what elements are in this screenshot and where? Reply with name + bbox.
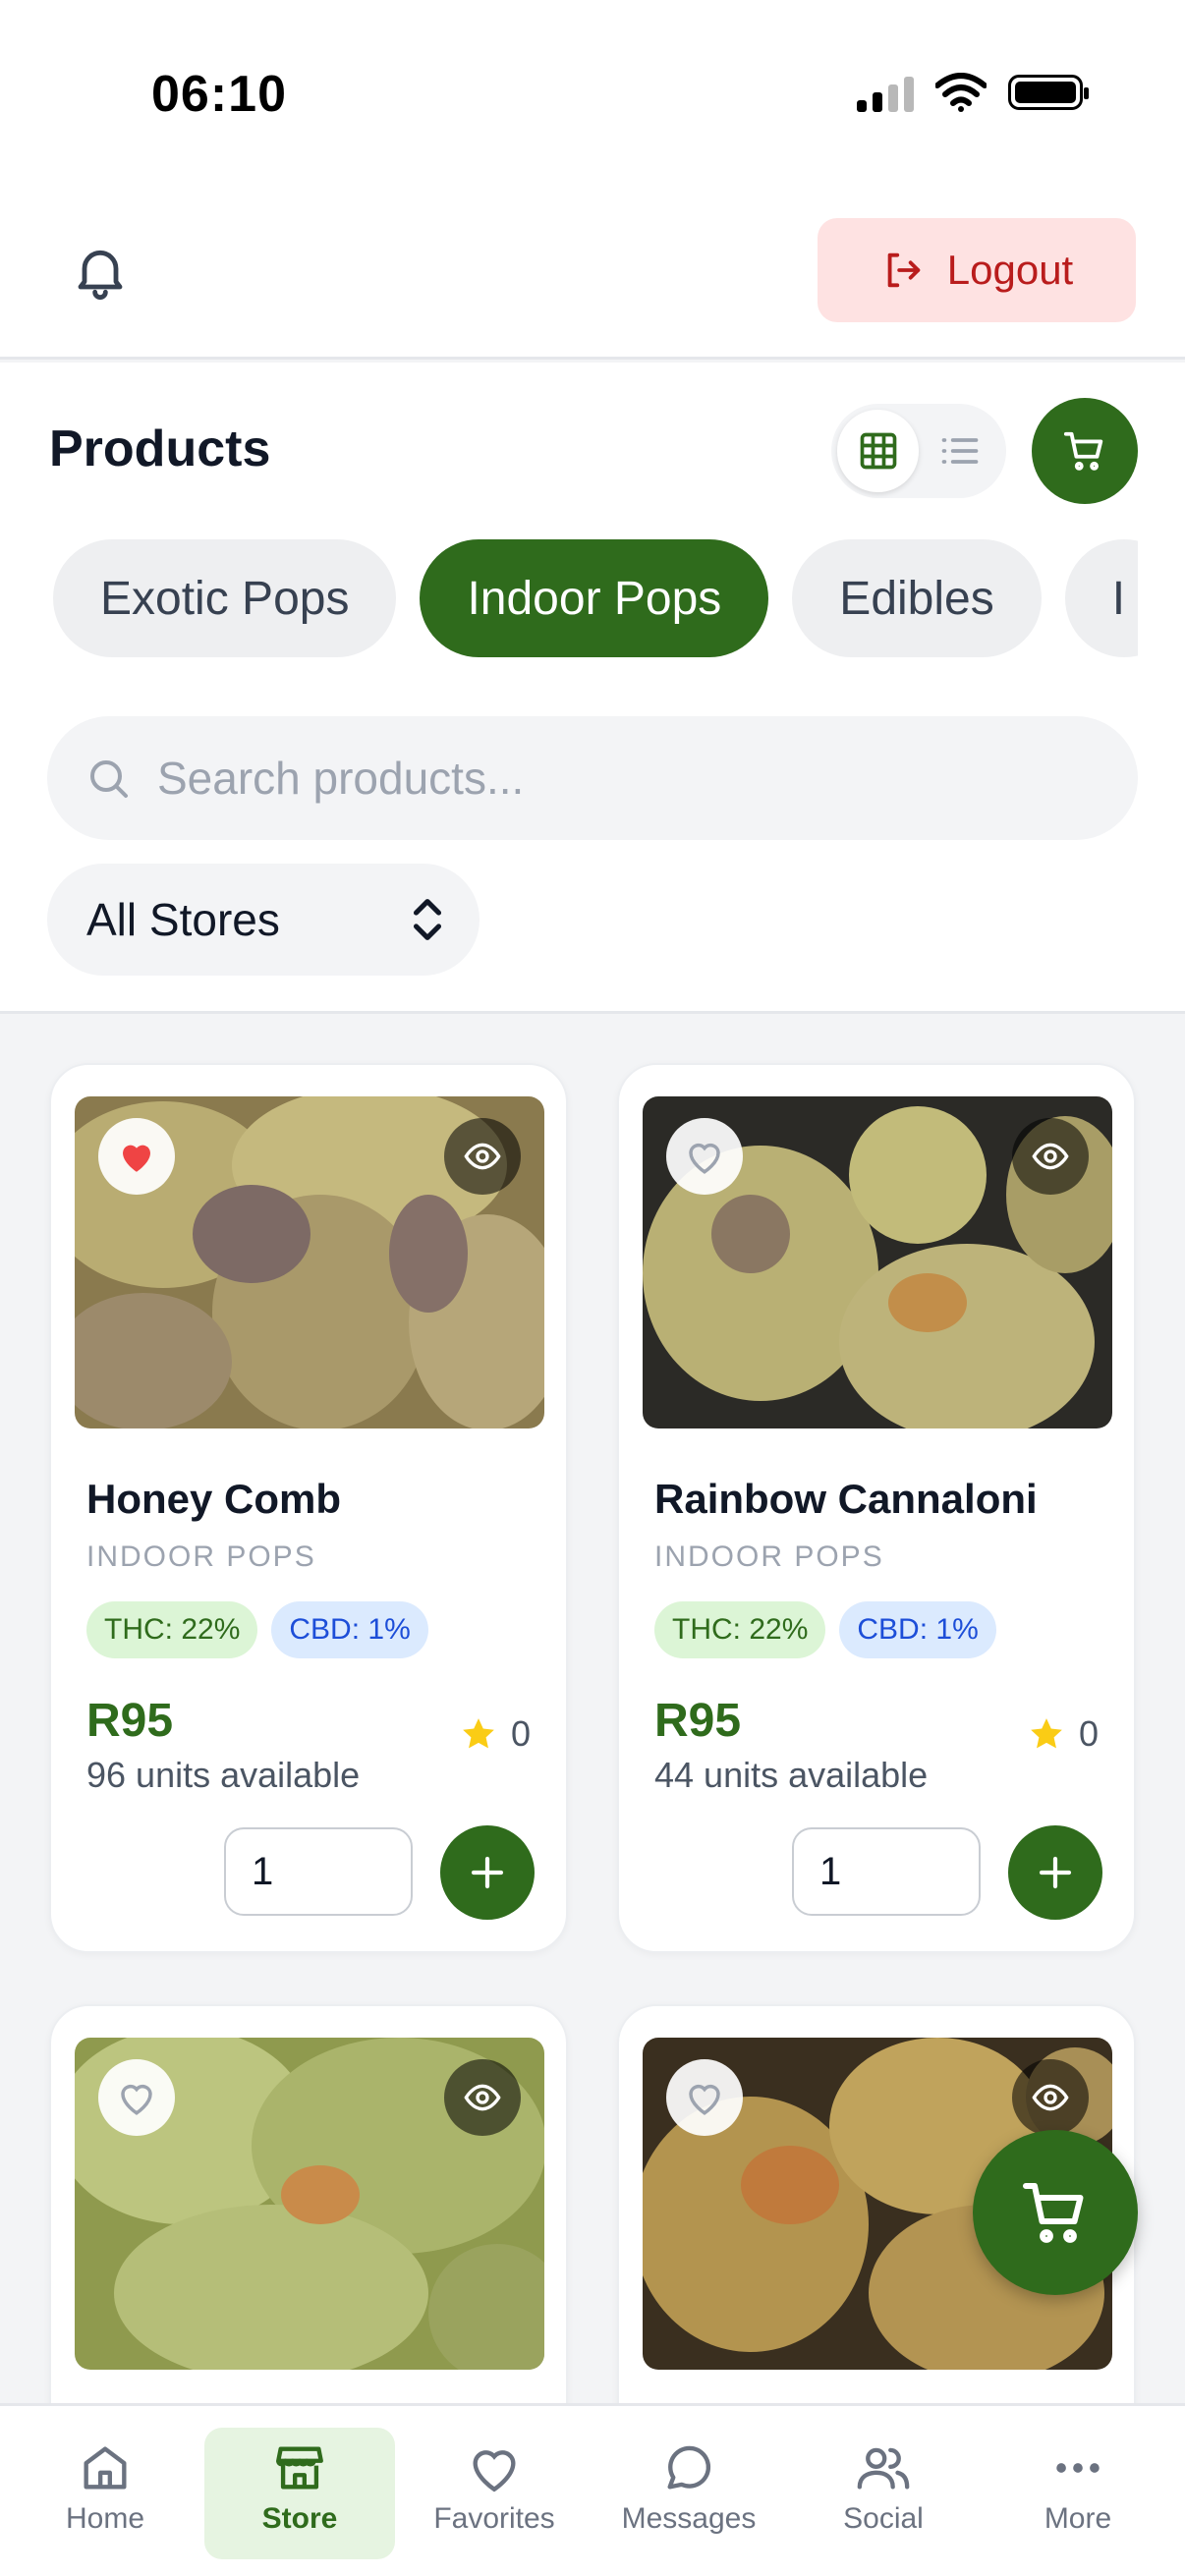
add-to-cart-button[interactable] [1008, 1825, 1102, 1920]
cbd-badge: CBD: 1% [271, 1601, 428, 1658]
list-icon [941, 438, 978, 464]
product-tags: THC: 22% CBD: 1% [654, 1601, 996, 1658]
nav-favorites-label: Favorites [433, 2502, 555, 2535]
units-available: 44 units available [654, 1755, 929, 1795]
product-category: INDOOR POPS [86, 1540, 316, 1573]
star-icon [1031, 1718, 1062, 1749]
product-name: Rainbow Cannaloni [654, 1476, 1038, 1522]
eye-icon [464, 2084, 501, 2111]
plus-icon [1039, 1856, 1072, 1889]
favorite-button[interactable] [98, 2059, 175, 2136]
grid-icon [860, 432, 896, 470]
status-bar: 06:10 [0, 0, 1185, 196]
view-toggle [831, 404, 1006, 498]
favorite-button[interactable] [666, 1118, 743, 1195]
grid-view-button[interactable] [837, 410, 919, 492]
cart-icon [1023, 2183, 1084, 2243]
top-bar: Logout [0, 196, 1185, 360]
category-chip-more[interactable]: I [1064, 539, 1138, 657]
add-to-cart-button[interactable] [440, 1825, 535, 1920]
nav-store[interactable]: Store [204, 2428, 395, 2559]
product-image [75, 2038, 544, 2370]
store-icon [276, 2446, 323, 2490]
heart-icon [121, 2084, 152, 2115]
home-icon [84, 2446, 127, 2490]
nav-more[interactable]: More [983, 2428, 1173, 2559]
store-select[interactable]: All Stores [47, 864, 480, 976]
more-icon [1056, 2463, 1100, 2473]
floating-cart-button[interactable] [973, 2130, 1138, 2295]
logout-button[interactable]: Logout [818, 218, 1136, 322]
status-time: 06:10 [151, 66, 287, 123]
nav-messages-label: Messages [621, 2502, 757, 2535]
nav-favorites[interactable]: Favorites [399, 2428, 590, 2559]
page-title: Products [49, 420, 271, 477]
heart-icon [689, 1143, 720, 1174]
quick-view-button[interactable] [444, 1118, 521, 1195]
plus-icon [471, 1856, 504, 1889]
thc-badge: THC: 22% [86, 1601, 258, 1658]
product-image [75, 1096, 544, 1428]
bottom-nav: Home Store Favorites Messages Social Mor… [0, 2403, 1185, 2576]
products-header: Products Exotic Pops Indoor Pops Edibles… [0, 363, 1185, 1014]
chevron-up-down-icon [413, 899, 442, 940]
category-chip-indoor-pops[interactable]: Indoor Pops [420, 539, 769, 657]
nav-more-label: More [1044, 2502, 1112, 2535]
rating-value: 0 [510, 1713, 531, 1754]
quick-view-button[interactable] [1012, 1118, 1089, 1195]
product-card[interactable]: Rainbow Cannaloni INDOOR POPS THC: 22% C… [617, 1063, 1136, 1953]
wifi-icon [935, 73, 987, 112]
product-tags: THC: 22% CBD: 1% [86, 1601, 428, 1658]
signal-icon [857, 73, 914, 112]
logout-icon [887, 252, 921, 288]
eye-icon [464, 1143, 501, 1170]
product-rating: 0 [1028, 1713, 1099, 1755]
heart-icon [473, 2450, 516, 2492]
cart-button[interactable] [1032, 398, 1138, 504]
status-icons [857, 73, 1089, 112]
cart-icon [1063, 431, 1103, 471]
quantity-input[interactable]: 1 [792, 1827, 981, 1916]
nav-messages[interactable]: Messages [593, 2428, 784, 2559]
category-chip-edibles[interactable]: Edibles [792, 539, 1042, 657]
search-input[interactable] [157, 752, 1042, 805]
heart-filled-icon [123, 1145, 150, 1172]
product-image [643, 1096, 1112, 1428]
cbd-badge: CBD: 1% [839, 1601, 996, 1658]
product-category: INDOOR POPS [654, 1540, 884, 1573]
search-bar [47, 716, 1138, 840]
thc-badge: THC: 22% [654, 1601, 826, 1658]
product-rating: 0 [460, 1713, 531, 1755]
list-view-button[interactable] [919, 410, 1000, 492]
nav-home[interactable]: Home [10, 2428, 200, 2559]
category-tabs: Exotic Pops Indoor Pops Edibles I [53, 539, 1138, 659]
heart-icon [689, 2084, 720, 2115]
quick-view-button[interactable] [444, 2059, 521, 2136]
search-icon [90, 760, 128, 798]
favorite-button[interactable] [666, 2059, 743, 2136]
product-price: R95 [654, 1695, 742, 1747]
category-chip-exotic-pops[interactable]: Exotic Pops [53, 539, 397, 657]
quick-view-button[interactable] [1012, 2059, 1089, 2136]
message-icon [667, 2445, 711, 2490]
favorite-button[interactable] [98, 1118, 175, 1195]
store-select-value: All Stores [86, 894, 280, 945]
units-available: 96 units available [86, 1755, 361, 1795]
quantity-input[interactable]: 1 [224, 1827, 413, 1916]
logout-label: Logout [946, 247, 1074, 293]
nav-social-label: Social [843, 2502, 924, 2535]
nav-social[interactable]: Social [788, 2428, 979, 2559]
star-icon [463, 1718, 494, 1749]
users-icon [857, 2447, 910, 2490]
eye-icon [1032, 1143, 1069, 1170]
battery-icon [1008, 75, 1089, 110]
nav-store-label: Store [261, 2502, 338, 2535]
bell-icon[interactable] [69, 240, 132, 303]
nav-home-label: Home [65, 2502, 145, 2535]
product-name: Honey Comb [86, 1476, 342, 1522]
product-price: R95 [86, 1695, 174, 1747]
eye-icon [1032, 2084, 1069, 2111]
product-card[interactable]: Honey Comb INDOOR POPS THC: 22% CBD: 1% … [49, 1063, 568, 1953]
rating-value: 0 [1078, 1713, 1099, 1754]
